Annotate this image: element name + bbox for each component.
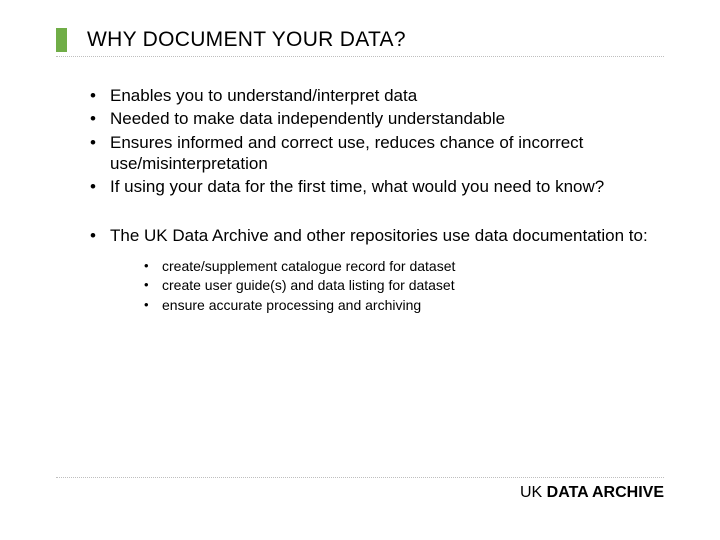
secondary-bullet-list: The UK Data Archive and other repositori… [84, 225, 664, 315]
footer-text: UK DATA ARCHIVE [56, 484, 664, 502]
bullet-item-lead-text: The UK Data Archive and other repositori… [110, 226, 648, 245]
footer-text-bold: DATA ARCHIVE [547, 484, 664, 501]
footer-text-light: UK [520, 484, 547, 501]
bullet-item-lead: The UK Data Archive and other repositori… [84, 225, 664, 315]
accent-bar [56, 28, 67, 52]
footer-divider [56, 477, 664, 478]
slide: WHY DOCUMENT YOUR DATA? Enables you to u… [0, 0, 720, 540]
slide-title: WHY DOCUMENT YOUR DATA? [87, 28, 406, 52]
main-bullet-list: Enables you to understand/interpret data… [84, 85, 664, 197]
bullet-item: Enables you to understand/interpret data [84, 85, 664, 106]
bullet-item: If using your data for the first time, w… [84, 176, 664, 197]
sub-bullet-item: create user guide(s) and data listing fo… [140, 276, 664, 295]
spacer [84, 199, 664, 225]
sub-bullet-item: create/supplement catalogue record for d… [140, 257, 664, 276]
bullet-item: Ensures informed and correct use, reduce… [84, 132, 664, 175]
title-row: WHY DOCUMENT YOUR DATA? [56, 28, 664, 52]
sub-bullet-item: ensure accurate processing and archiving [140, 296, 664, 315]
content-area: Enables you to understand/interpret data… [56, 57, 664, 315]
footer: UK DATA ARCHIVE [56, 477, 664, 502]
sub-bullet-list: create/supplement catalogue record for d… [140, 257, 664, 316]
bullet-item: Needed to make data independently unders… [84, 108, 664, 129]
